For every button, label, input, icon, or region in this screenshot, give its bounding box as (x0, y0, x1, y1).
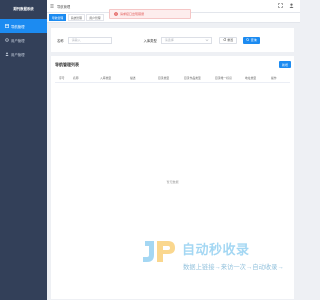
name-label: 名称 (57, 38, 64, 43)
watermark: 自动秒收录 数据上链接→来访一次→自动收录→ (141, 239, 284, 271)
header-actions (278, 3, 300, 9)
add-label: 新增 (281, 62, 288, 67)
toast-message: 请求接口出现错误 (120, 12, 145, 16)
sidebar-item-label: 导航管理 (11, 24, 25, 29)
fullscreen-icon[interactable] (278, 3, 283, 9)
user-avatar-icon[interactable] (289, 3, 294, 9)
search-label: 查询 (250, 38, 257, 42)
tab-label: 系统管理 (70, 15, 82, 20)
column-header-index[interactable]: 序号 (59, 73, 65, 83)
column-header-address-type[interactable]: 地址类型 (245, 73, 256, 83)
table-header: 序号 名称 入库类型 描述 目录类型 目录作品类型 目录唯一标识 地址类型 操作 (55, 73, 290, 83)
reset-button[interactable]: 重置 (218, 36, 238, 44)
sidebar-menu: 导航管理 用户管理 用户管理 (0, 19, 47, 61)
watermark-logo-icon (143, 241, 175, 262)
table-icon (5, 24, 9, 28)
gear-icon (5, 38, 9, 42)
tab-user-management[interactable]: 用户管理 (86, 14, 104, 21)
app-title: 期刊数据系统 (13, 6, 34, 11)
column-header-catalog-work-type[interactable]: 目录作品类型 (184, 73, 201, 83)
search-button[interactable]: 查询 (243, 36, 260, 44)
menu-fold-icon[interactable] (50, 4, 54, 8)
table-title: 导航管理列表 (55, 62, 79, 67)
error-icon (114, 12, 118, 16)
column-header-catalog-id[interactable]: 目录唯一标识 (215, 73, 232, 83)
user-icon (5, 52, 9, 56)
column-header-description[interactable]: 描述 (130, 73, 136, 83)
refresh-icon (223, 37, 227, 43)
tab-nav-management[interactable]: 导航管理 (49, 14, 67, 21)
type-select-placeholder: 请选择 (164, 38, 174, 42)
breadcrumb: 导航管理 (57, 4, 71, 9)
type-label: 入库类型 (143, 38, 157, 43)
sidebar-item-label: 用户管理 (11, 52, 25, 57)
name-input-placeholder: 请输入 (71, 38, 81, 42)
sidebar: 期刊数据系统 导航管理 用户管理 用户管理 (0, 0, 47, 300)
chevron-down-icon (205, 38, 209, 43)
reset-label: 重置 (227, 38, 234, 42)
watermark-subtitle: 数据上链接→来访一次→自动收录→ (183, 264, 284, 271)
sidebar-item-user-management[interactable]: 用户管理 (0, 33, 47, 47)
name-input[interactable]: 请输入 (67, 36, 112, 44)
add-button[interactable]: 新增 (279, 61, 291, 68)
tab-label: 导航管理 (52, 15, 64, 20)
tab-label: 用户管理 (89, 15, 101, 20)
column-header-catalog-type[interactable]: 目录类型 (158, 73, 169, 83)
error-toast: 请求接口出现错误 (109, 9, 191, 19)
type-select[interactable]: 请选择 (160, 36, 212, 44)
column-header-actions[interactable]: 操作 (271, 73, 277, 83)
sidebar-item-nav-management[interactable]: 导航管理 (0, 19, 47, 33)
search-icon (246, 37, 250, 43)
sidebar-item-users[interactable]: 用户管理 (0, 47, 47, 61)
empty-state-text: 暂无数据 (166, 180, 179, 184)
search-panel: 名称 请输入 入库类型 请选择 重置 查询 (51, 28, 294, 52)
column-header-storage-type[interactable]: 入库类型 (100, 73, 111, 83)
column-header-name[interactable]: 名称 (73, 73, 79, 83)
watermark-title: 自动秒收录 (182, 242, 250, 257)
sidebar-item-label: 用户管理 (11, 38, 25, 43)
tab-system-management[interactable]: 系统管理 (67, 14, 85, 21)
